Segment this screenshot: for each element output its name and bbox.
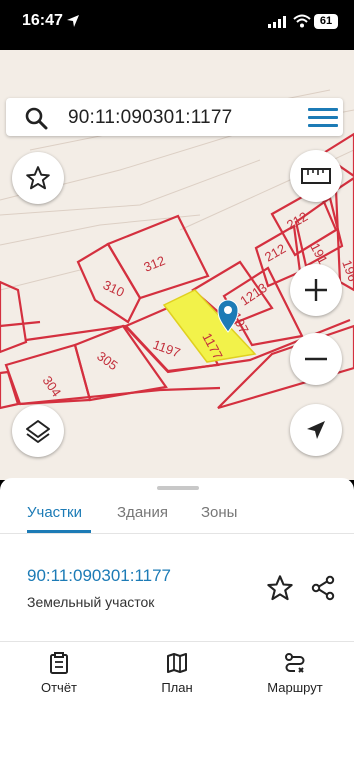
bottom-sheet: Участки Здания Зоны 90:11:090301:1177 Зе… — [0, 478, 354, 767]
nav-report-label: Отчёт — [40, 680, 78, 695]
tab-bar: Участки Здания Зоны — [0, 492, 354, 534]
star-icon — [26, 166, 50, 190]
parcel-label-305: 305 — [94, 348, 120, 373]
share-icon[interactable] — [310, 575, 336, 601]
zoom-out-icon — [305, 357, 327, 361]
parcel-type-label: Земельный участок — [27, 594, 155, 610]
cellular-signal-icon — [268, 16, 286, 28]
map-icon — [167, 653, 187, 673]
favorite-map-button[interactable] — [12, 152, 64, 204]
nav-plan-label: План — [161, 680, 193, 695]
battery-indicator: 61 — [314, 14, 338, 29]
star-icon[interactable] — [266, 574, 294, 602]
parcel-cadastral-number[interactable]: 90:11:090301:1177 — [27, 566, 171, 586]
parcel-left-1 — [0, 280, 28, 354]
search-input[interactable]: 90:11:090301:1177 — [68, 107, 232, 129]
wifi-icon — [293, 14, 311, 28]
nav-route[interactable]: Маршрут — [250, 652, 340, 695]
cadastral-map[interactable]: 312 310 1197 1177 1197 1213 304 305 212 … — [0, 50, 354, 480]
tab-buildings[interactable]: Здания — [117, 504, 168, 521]
menu-icon[interactable] — [308, 106, 338, 128]
parcel-label-310: 310 — [101, 277, 127, 300]
zoom-in-icon — [305, 279, 327, 301]
status-time: 16:47 — [22, 12, 63, 29]
parcel-label-196: 196 — [339, 258, 354, 284]
location-arrow-icon — [67, 15, 79, 27]
zoom-out-button[interactable] — [290, 333, 342, 385]
parcel-305 — [73, 324, 168, 402]
tab-parcels[interactable]: Участки — [27, 504, 82, 521]
report-icon — [50, 652, 68, 674]
my-location-button[interactable] — [290, 404, 342, 456]
layers-button[interactable] — [12, 405, 64, 457]
parcel-label-312: 312 — [142, 253, 168, 275]
search-bar[interactable]: 90:11:090301:1177 — [6, 98, 343, 136]
ruler-button[interactable] — [290, 150, 342, 202]
parcel-label-304: 304 — [40, 373, 65, 399]
status-bar: 16:47 61 — [0, 0, 354, 44]
nav-report[interactable]: Отчёт — [14, 652, 104, 695]
navigation-arrow-icon — [307, 421, 325, 439]
nav-plan[interactable]: План — [132, 652, 222, 695]
parcel-label-212-lower: 212 — [262, 241, 288, 265]
parcel-list-item[interactable]: 90:11:090301:1177 Земельный участок — [0, 534, 354, 642]
layers-icon — [26, 420, 50, 443]
drag-handle[interactable] — [157, 486, 199, 490]
search-icon[interactable] — [24, 106, 48, 130]
tab-zones[interactable]: Зоны — [201, 504, 237, 521]
active-tab-indicator — [27, 530, 91, 533]
bottom-navigation: Отчёт План Маршрут — [0, 642, 354, 702]
ruler-icon — [301, 168, 331, 184]
nav-route-label: Маршрут — [267, 680, 323, 695]
route-icon — [285, 653, 305, 673]
zoom-in-button[interactable] — [290, 264, 342, 316]
